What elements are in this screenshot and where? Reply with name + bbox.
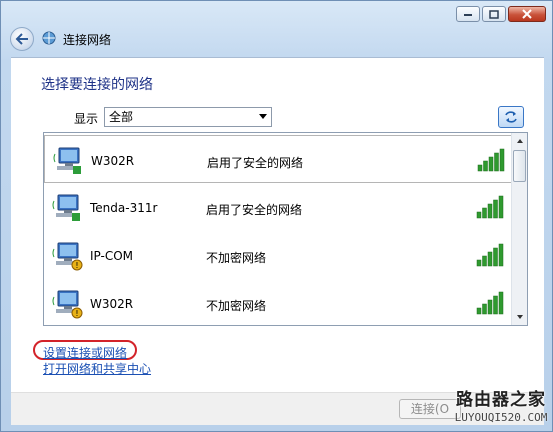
chevron-down-icon <box>259 114 267 119</box>
caption-buttons <box>456 6 546 22</box>
watermark: 路由器之家 LUYOUQI520.COM <box>449 389 553 431</box>
scroll-down-button[interactable] <box>512 309 527 325</box>
network-filter-value: 全部 <box>109 110 134 124</box>
setup-connection-link[interactable]: 设置连接或网络 <box>43 344 127 361</box>
refresh-button[interactable] <box>498 106 524 128</box>
scroll-up-icon <box>516 139 523 143</box>
secured-network-icon <box>52 194 80 221</box>
signal-bar <box>476 211 482 219</box>
svg-text:!: ! <box>75 309 78 318</box>
network-security: 不加密网络 <box>206 299 267 313</box>
scrollbar[interactable] <box>511 133 527 325</box>
page-heading: 选择要连接的网络 <box>41 77 153 93</box>
signal-strength-icon <box>477 148 505 172</box>
signal-bar <box>482 303 487 315</box>
network-name: W302R <box>91 154 135 168</box>
window-title: 连接网络 <box>63 33 112 47</box>
minimize-icon <box>464 14 472 16</box>
signal-bar <box>498 291 504 315</box>
unsecured-network-icon: ! <box>52 290 83 319</box>
connect-network-window: 连接网络 选择要连接的网络 显示 全部 W302R 启用了安全的网络 Tenda-3… <box>0 0 553 432</box>
signal-bar <box>476 259 482 267</box>
close-button[interactable] <box>508 6 546 22</box>
network-sharing-center-link[interactable]: 打开网络和共享中心 <box>43 360 151 377</box>
unsecured-network-icon: ! <box>52 242 83 271</box>
back-button[interactable] <box>10 27 34 51</box>
watermark-title: 路由器之家 <box>456 390 546 410</box>
back-arrow-icon <box>15 33 28 45</box>
signal-strength-icon <box>476 243 504 267</box>
minimize-button[interactable] <box>456 6 480 22</box>
scroll-down-icon <box>516 315 523 319</box>
network-name: IP-COM <box>90 249 134 263</box>
secured-network-icon <box>53 147 81 174</box>
signal-bar <box>493 199 498 219</box>
signal-bar <box>498 243 504 267</box>
signal-bar <box>487 299 493 315</box>
signal-bar <box>493 295 498 315</box>
signal-bar <box>487 251 493 267</box>
signal-bar <box>477 164 483 172</box>
refresh-icon <box>505 111 517 123</box>
network-filter-select[interactable]: 全部 <box>104 107 272 127</box>
signal-bar <box>476 307 482 315</box>
scroll-thumb[interactable] <box>513 150 526 182</box>
signal-strength-icon <box>476 195 504 219</box>
signal-bar <box>483 160 488 172</box>
network-globe-icon <box>42 31 56 45</box>
signal-bar <box>482 207 487 219</box>
network-row[interactable]: W302R 启用了安全的网络 <box>44 135 513 183</box>
signal-bar <box>494 152 499 172</box>
close-icon <box>522 9 532 19</box>
maximize-icon <box>489 9 499 19</box>
network-row[interactable]: ! W302R 不加密网络 <box>44 279 513 325</box>
scroll-up-button[interactable] <box>512 133 527 149</box>
signal-bar <box>498 195 504 219</box>
network-row[interactable]: Tenda-311r 启用了安全的网络 <box>44 183 513 231</box>
signal-bar <box>487 203 493 219</box>
network-list: W302R 启用了安全的网络 Tenda-311r 启用了安全的网络! IP-COM 不加… <box>43 132 528 326</box>
network-name: Tenda-311r <box>90 201 158 215</box>
network-row[interactable]: ! IP-COM 不加密网络 <box>44 231 513 279</box>
signal-bar <box>493 247 498 267</box>
signal-bar <box>488 156 494 172</box>
svg-text:!: ! <box>75 261 78 270</box>
signal-strength-icon <box>476 291 504 315</box>
signal-bar <box>482 255 487 267</box>
network-security: 不加密网络 <box>206 251 267 265</box>
network-name: W302R <box>90 297 134 311</box>
show-label: 显示 <box>74 112 99 126</box>
network-security: 启用了安全的网络 <box>207 156 304 170</box>
content-panel: 选择要连接的网络 显示 全部 W302R 启用了安全的网络 Tenda-311r 启用… <box>11 57 544 425</box>
signal-bar <box>499 148 505 172</box>
maximize-button[interactable] <box>482 6 506 22</box>
watermark-url: LUYOUQI520.COM <box>454 411 548 424</box>
network-security: 启用了安全的网络 <box>206 203 303 217</box>
